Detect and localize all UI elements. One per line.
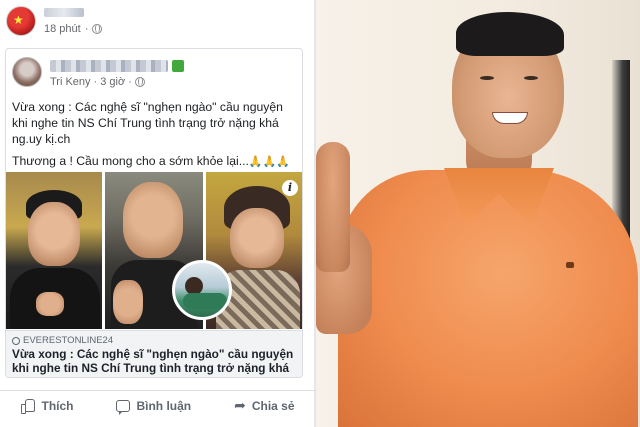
post-action-bar: Thích Bình luận ➦ Chia sẻ (0, 390, 316, 420)
shared-post-card: Tri Keny · 3 giờ · Vừa xong : Các nghệ s… (5, 48, 303, 378)
outer-author-avatar[interactable]: ★ (6, 6, 36, 36)
comment-icon (116, 399, 131, 415)
post-text-line1: Vừa xong : Các nghệ sĩ "nghẹn ngào" cầu … (12, 100, 283, 146)
shared-author-name-blurred[interactable] (50, 60, 168, 72)
shared-post-meta: Tri Keny · 3 giờ · (50, 76, 145, 88)
info-icon[interactable]: i (282, 180, 298, 196)
photo-collage[interactable]: i (6, 172, 302, 329)
shared-author-tag[interactable]: Tri Keny (50, 76, 91, 88)
globe-icon (134, 77, 145, 87)
outer-author-name-blurred[interactable] (44, 8, 96, 20)
outer-post-meta: 18 phút · (44, 23, 103, 35)
portrait-photo (316, 0, 640, 427)
link-icon (12, 336, 20, 345)
outer-post-time[interactable]: 18 phút (44, 23, 81, 35)
collage-photo-1[interactable] (6, 172, 102, 329)
shared-author-badge (172, 60, 184, 72)
shared-post-time[interactable]: 3 giờ (100, 76, 125, 88)
link-domain: EVERESTONLINE24 (12, 335, 298, 346)
collage-inset-hospital-photo[interactable] (172, 260, 232, 320)
shared-author-avatar[interactable] (12, 57, 42, 87)
like-icon (21, 399, 36, 414)
link-title[interactable]: Vừa xong : Các nghệ sĩ "nghẹn ngào" cầu … (12, 347, 298, 377)
shared-post-header: Tri Keny · 3 giờ · (12, 57, 298, 93)
shared-post-text: Vừa xong : Các nghệ sĩ "nghẹn ngào" cầu … (12, 99, 300, 176)
pray-emoji: 🙏🙏🙏 (248, 155, 290, 168)
like-button[interactable]: Thích (21, 399, 73, 414)
orange-polo-shirt (338, 170, 638, 427)
post-text-line2: Thương a ! Cầu mong cho a sớm khỏe lại..… (12, 154, 290, 168)
share-button[interactable]: ➦ Chia sẻ (234, 399, 294, 413)
globe-icon (92, 24, 103, 34)
facebook-post-screenshot: ★ 18 phút · Tri Keny · 3 giờ · Vừa xong … (0, 0, 316, 427)
share-icon: ➦ (234, 397, 246, 414)
link-preview[interactable]: EVERESTONLINE24 Vừa xong : Các nghệ sĩ "… (6, 330, 302, 377)
outer-post-header: ★ 18 phút · (6, 6, 306, 42)
comment-button[interactable]: Bình luận (116, 399, 191, 415)
